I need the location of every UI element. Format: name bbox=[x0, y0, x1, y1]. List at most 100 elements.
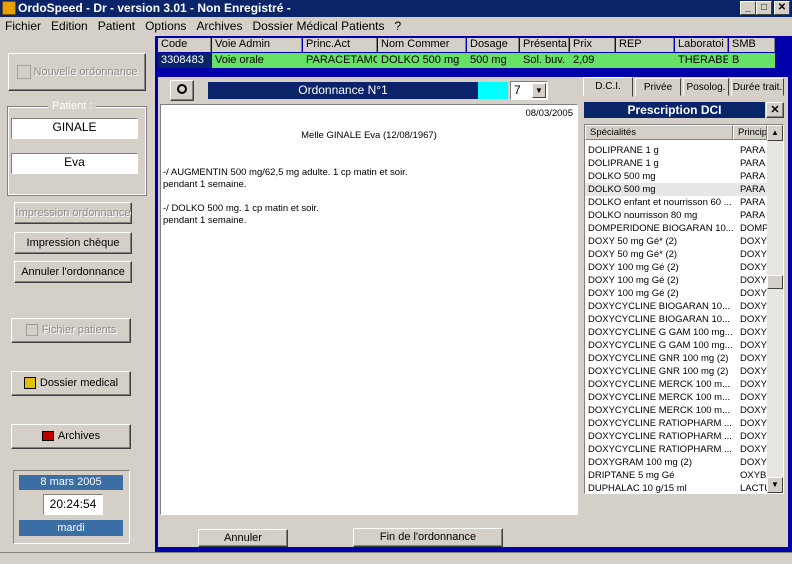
col-specialites[interactable]: Spécialités bbox=[585, 125, 733, 140]
tab-dci[interactable]: D.C.I. bbox=[583, 77, 633, 97]
folder-icon bbox=[23, 377, 36, 390]
list-item[interactable]: DOLKO nourrisson 80 mg PARA bbox=[585, 209, 767, 222]
menu-patient[interactable]: Patient bbox=[93, 17, 140, 35]
col-laboratoire[interactable]: Laboratoi bbox=[675, 38, 728, 52]
page-select[interactable]: 7 ▼ bbox=[510, 81, 548, 100]
col-nom-commer[interactable]: Nom Commer bbox=[378, 38, 466, 52]
list-item[interactable]: DOXY 50 mg Gé* (2) DOXY bbox=[585, 248, 767, 261]
col-smb[interactable]: SMB bbox=[729, 38, 775, 52]
new-order-button[interactable]: Nouvelle ordonnance bbox=[8, 53, 146, 91]
magnifier-icon bbox=[177, 84, 187, 95]
col-princ-act[interactable]: Princ.Act bbox=[303, 38, 377, 52]
list-item[interactable]: DOXY 100 mg Gé (2) DOXY bbox=[585, 287, 767, 300]
menu-help[interactable]: ? bbox=[390, 17, 407, 35]
finish-order-button[interactable]: Fin de l'ordonnance bbox=[353, 528, 503, 547]
list-item[interactable]: DOLKO 500 mg PARA bbox=[585, 170, 767, 183]
list-item[interactable]: DOXYCYCLINE RATIOPHARM ... DOXY bbox=[585, 430, 767, 443]
col-prix[interactable]: Prix bbox=[570, 38, 615, 52]
title-bar: OrdoSpeed - Dr - version 3.01 - Non Enre… bbox=[0, 0, 792, 17]
list-item[interactable]: DOXYCYCLINE RATIOPHARM ... DOXY bbox=[585, 443, 767, 456]
menu-archives[interactable]: Archives bbox=[191, 17, 247, 35]
close-window-button[interactable]: ✕ bbox=[774, 1, 790, 15]
cell-prix[interactable]: 2,09 bbox=[570, 53, 615, 68]
list-item[interactable]: DOXYCYCLINE GNR 100 mg (2) DOXY bbox=[585, 352, 767, 365]
weekday-display: mardi bbox=[19, 520, 123, 536]
cancel-button[interactable]: Annuler bbox=[198, 529, 288, 547]
item-specialite: DOXYCYCLINE MERCK 100 m... bbox=[588, 405, 731, 416]
cell-smb[interactable]: B bbox=[729, 53, 775, 68]
list-item[interactable]: DOXY 50 mg Gé* (2) DOXY bbox=[585, 235, 767, 248]
item-specialite: DOLKO nourrisson 80 mg bbox=[588, 210, 698, 221]
list-item[interactable]: DOXYCYCLINE BIOGARAN 10... DOXY bbox=[585, 300, 767, 313]
cell-presenta[interactable]: Sol. buv. bbox=[520, 53, 569, 68]
list-item[interactable]: DOLKO 500 mg PARA bbox=[585, 183, 767, 196]
col-rep[interactable]: REP bbox=[616, 38, 674, 52]
list-item[interactable]: DOLIPRANE 1 g PARA bbox=[585, 157, 767, 170]
cell-princ-act[interactable]: PARACETAMO bbox=[303, 53, 377, 68]
menu-edition[interactable]: Edition bbox=[46, 17, 93, 35]
print-order-button[interactable]: Impression ordonnance bbox=[14, 202, 132, 224]
list-item[interactable]: DOMPERIDONE BIOGARAN 10... DOMP bbox=[585, 222, 767, 235]
cell-laboratoire[interactable]: THERABE bbox=[675, 53, 728, 68]
list-item[interactable]: DOXYCYCLINE G GAM 100 mg... DOXY bbox=[585, 339, 767, 352]
files-icon bbox=[25, 324, 38, 337]
menu-dossier-medical[interactable]: Dossier Médical Patients bbox=[247, 17, 389, 35]
list-item[interactable]: DOXYCYCLINE G GAM 100 mg... DOXY bbox=[585, 326, 767, 339]
dci-list[interactable]: Spécialités Princip DOLIPRANE 1 g PARA DOL… bbox=[584, 124, 784, 494]
list-item[interactable]: DUPHALAC 10 g/15 ml LACTU bbox=[585, 482, 767, 493]
list-item[interactable]: DOXYCYCLINE BIOGARAN 10... DOXY bbox=[585, 313, 767, 326]
maximize-button[interactable]: □ bbox=[756, 1, 772, 15]
tab-posolog[interactable]: Posolog. bbox=[683, 78, 729, 96]
item-principe: DOXY bbox=[740, 444, 767, 455]
item-specialite: DOXY 50 mg Gé* (2) bbox=[588, 236, 678, 247]
list-item[interactable]: DOXYGRAM 100 mg (2) DOXY bbox=[585, 456, 767, 469]
archives-button[interactable]: Archives bbox=[11, 424, 131, 449]
list-item[interactable]: DOXY 100 mg Gé (2) DOXY bbox=[585, 261, 767, 274]
scroll-thumb[interactable] bbox=[767, 275, 783, 289]
col-dosage[interactable]: Dosage bbox=[467, 38, 519, 52]
patient-lastname-field[interactable]: GINALE bbox=[11, 118, 138, 139]
cell-nom-commer[interactable]: DOLKO 500 mg bbox=[378, 53, 466, 68]
col-principe[interactable]: Princip bbox=[733, 125, 767, 140]
prescription-lines: -/ AUGMENTIN 500 mg/62,5 mg adulte. 1 cp… bbox=[163, 167, 407, 227]
list-item[interactable]: DOLIPRANE 1 g PARA bbox=[585, 144, 767, 157]
print-check-button[interactable]: Impression chèque bbox=[14, 232, 132, 254]
ordonnance-document[interactable]: 08/03/2005 Melle GINALE Eva (12/08/1967)… bbox=[160, 104, 578, 515]
minimize-button[interactable]: _ bbox=[740, 1, 756, 15]
item-specialite: DOXYCYCLINE G GAM 100 mg... bbox=[588, 327, 733, 338]
list-item[interactable]: DOXYCYCLINE RATIOPHARM ... DOXY bbox=[585, 417, 767, 430]
item-principe: DOXY bbox=[740, 457, 767, 468]
scroll-up-icon[interactable]: ▲ bbox=[767, 125, 783, 141]
panel-title: Prescription DCI bbox=[584, 102, 765, 118]
list-item[interactable]: DOXYCYCLINE MERCK 100 m... DOXY bbox=[585, 404, 767, 417]
close-icon[interactable]: ✕ bbox=[766, 102, 784, 118]
list-item[interactable]: DOXY 100 mg Gé (2) DOXY bbox=[585, 274, 767, 287]
list-item[interactable]: DOXYCYCLINE GNR 100 mg (2) DOXY bbox=[585, 365, 767, 378]
cell-code[interactable]: 3308483 bbox=[158, 53, 211, 68]
tab-duree-trait[interactable]: Durée trait. bbox=[731, 78, 784, 96]
item-principe: DOXY bbox=[740, 301, 767, 312]
col-presenta[interactable]: Présenta bbox=[520, 38, 569, 52]
cell-rep[interactable] bbox=[616, 53, 674, 68]
patient-firstname-field[interactable]: Eva bbox=[11, 153, 138, 174]
zoom-button[interactable] bbox=[170, 80, 194, 101]
item-specialite: DOXYCYCLINE MERCK 100 m... bbox=[588, 379, 731, 390]
scroll-down-icon[interactable]: ▼ bbox=[767, 477, 783, 493]
list-item[interactable]: DOXYCYCLINE MERCK 100 m... DOXY bbox=[585, 378, 767, 391]
scrollbar[interactable]: ▲ ▼ bbox=[767, 125, 783, 493]
col-code[interactable]: Code bbox=[158, 38, 211, 52]
cell-voie-admin[interactable]: Voie orale bbox=[212, 53, 302, 68]
list-item[interactable]: DRIPTANE 5 mg Gé OXYB bbox=[585, 469, 767, 482]
cancel-order-button[interactable]: Annuler l'ordonnance bbox=[14, 261, 132, 283]
list-item[interactable]: DOXYCYCLINE MERCK 100 m... DOXY bbox=[585, 391, 767, 404]
patient-files-button[interactable]: Fichier patients bbox=[11, 318, 131, 343]
cell-dosage[interactable]: 500 mg bbox=[467, 53, 519, 68]
menu-fichier[interactable]: Fichier bbox=[0, 17, 46, 35]
tab-privee[interactable]: Privée bbox=[635, 78, 681, 96]
medical-file-button[interactable]: Dossier medical bbox=[11, 371, 131, 396]
chevron-down-icon[interactable]: ▼ bbox=[532, 83, 546, 98]
col-voie-admin[interactable]: Voie Admin bbox=[212, 38, 302, 52]
color-indicator bbox=[478, 82, 508, 99]
list-item[interactable]: DOLKO enfant et nourrisson 60 ... PARA bbox=[585, 196, 767, 209]
menu-options[interactable]: Options bbox=[140, 17, 191, 35]
